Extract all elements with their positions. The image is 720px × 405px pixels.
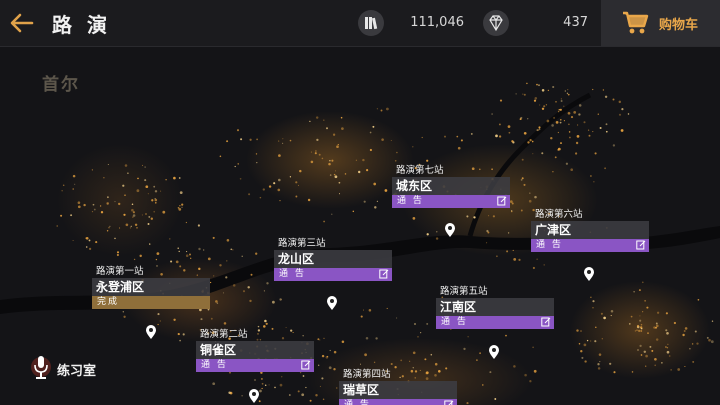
station-district: 广津区: [531, 221, 649, 239]
back-arrow-icon[interactable]: [8, 9, 36, 37]
status-label: 通 告: [201, 360, 228, 370]
station-6-card[interactable]: 路演第六站 广津区 通 告: [531, 208, 649, 252]
diamond-icon: [483, 10, 509, 36]
location-pin-icon[interactable]: [326, 295, 338, 311]
note-icon: [497, 196, 507, 206]
album-count: 111,046: [410, 15, 464, 30]
station-tag: 路演第七站: [396, 165, 444, 176]
status-label: 通 告: [344, 400, 371, 405]
station-tag: 路演第六站: [535, 209, 583, 220]
location-pin-icon[interactable]: [145, 324, 157, 340]
station-district: 江南区: [436, 298, 554, 316]
top-bar: 路 演 111,046 437 购物车: [0, 0, 720, 47]
station-status: 通 告: [436, 316, 554, 329]
note-icon: [541, 317, 551, 327]
station-district: 城东区: [392, 177, 510, 195]
station-status: 通 告: [392, 195, 510, 208]
page-title: 路 演: [52, 13, 111, 37]
station-status: 通 告: [196, 359, 314, 372]
station-status: 完成: [92, 296, 210, 309]
album-icon: [358, 10, 384, 36]
station-status: 通 告: [531, 239, 649, 252]
station-7-card[interactable]: 路演第七站 城东区 通 告: [392, 164, 510, 208]
station-status: 通 告: [339, 399, 457, 405]
cart-label: 购物车: [659, 18, 699, 33]
station-tag: 路演第一站: [96, 266, 144, 277]
status-label: 通 告: [441, 317, 468, 327]
station-5-card[interactable]: 路演第五站 江南区 通 告: [436, 285, 554, 329]
note-icon: [379, 269, 389, 279]
practice-room-button[interactable]: 练习室: [20, 350, 110, 384]
note-icon: [301, 360, 311, 370]
station-district: 龙山区: [274, 250, 392, 268]
seoul-map: [0, 82, 720, 405]
status-label: 通 告: [536, 240, 563, 250]
status-label: 通 告: [279, 269, 306, 279]
station-district: 铜雀区: [196, 341, 314, 359]
station-tag: 路演第四站: [343, 369, 391, 380]
city-label: 首尔: [42, 75, 80, 95]
note-icon: [636, 240, 646, 250]
status-label: 通 告: [397, 196, 424, 206]
roadshow-map-screen: 路 演 111,046 437 购物车 首尔 路演第一站 永登浦区 完成 路演第…: [0, 0, 720, 405]
location-pin-icon[interactable]: [444, 222, 456, 238]
station-status: 通 告: [274, 268, 392, 281]
cart-icon: [623, 11, 649, 34]
station-tag: 路演第三站: [278, 238, 326, 249]
diamond-count: 437: [563, 15, 588, 30]
cart-button[interactable]: 购物车: [601, 0, 720, 46]
station-4-card[interactable]: 路演第四站 瑞草区 通 告: [339, 368, 457, 405]
note-icon: [444, 400, 454, 405]
microphone-icon: [31, 356, 51, 379]
station-3-card[interactable]: 路演第三站 龙山区 通 告: [274, 237, 392, 281]
location-pin-icon[interactable]: [583, 266, 595, 282]
station-district: 永登浦区: [92, 278, 210, 296]
station-1-card[interactable]: 路演第一站 永登浦区 完成: [92, 265, 210, 309]
station-tag: 路演第二站: [200, 329, 248, 340]
station-district: 瑞草区: [339, 381, 457, 399]
location-pin-icon[interactable]: [248, 388, 260, 404]
location-pin-icon[interactable]: [488, 344, 500, 360]
status-label: 完成: [97, 297, 120, 307]
station-tag: 路演第五站: [440, 286, 488, 297]
practice-room-label: 练习室: [57, 364, 97, 379]
station-2-card[interactable]: 路演第二站 铜雀区 通 告: [196, 328, 314, 372]
